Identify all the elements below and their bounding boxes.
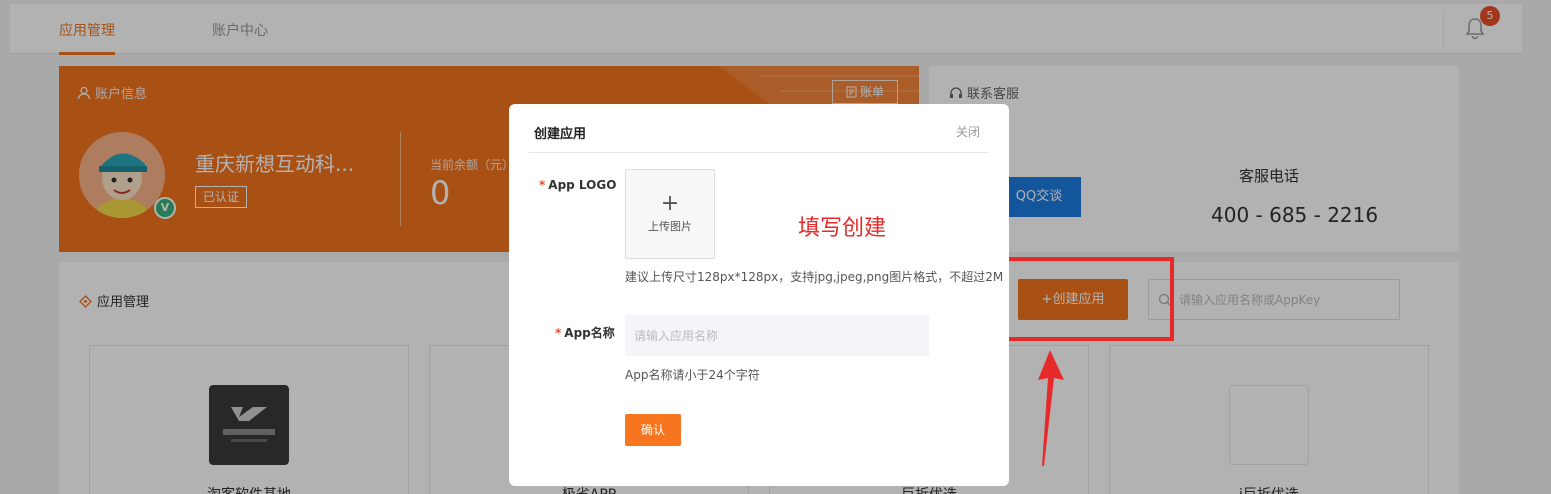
confirm-button[interactable]: 确认 (625, 414, 681, 446)
modal-close-button[interactable]: 关闭 (956, 123, 980, 140)
upload-image-button[interactable]: + 上传图片 (625, 169, 715, 259)
logo-label-text: App LOGO (548, 178, 617, 192)
app-name-input[interactable] (625, 315, 929, 356)
logo-field-label: * App LOGO (539, 178, 616, 192)
app-name-label-text: App名称 (564, 326, 615, 340)
create-app-modal: 创建应用 关闭 * App LOGO + 上传图片 填写创建 建议上传尺寸128p… (509, 104, 1009, 486)
logo-hint: 建议上传尺寸128px*128px，支持jpg,jpeg,png图片格式，不超过… (625, 270, 1004, 284)
annotation-text: 填写创建 (798, 216, 887, 241)
annotation-arrow-icon (1038, 350, 1064, 466)
plus-icon: + (660, 191, 680, 216)
annotation-highlight-box (1004, 257, 1174, 341)
required-mark: * (555, 326, 562, 340)
upload-image-label: 上传图片 (648, 220, 692, 233)
app-name-field-label: * App名称 (555, 324, 615, 341)
modal-divider (529, 152, 989, 153)
modal-title: 创建应用 (534, 127, 587, 142)
app-name-hint: App名称请小于24个字符 (625, 368, 760, 382)
required-mark: * (539, 178, 546, 192)
